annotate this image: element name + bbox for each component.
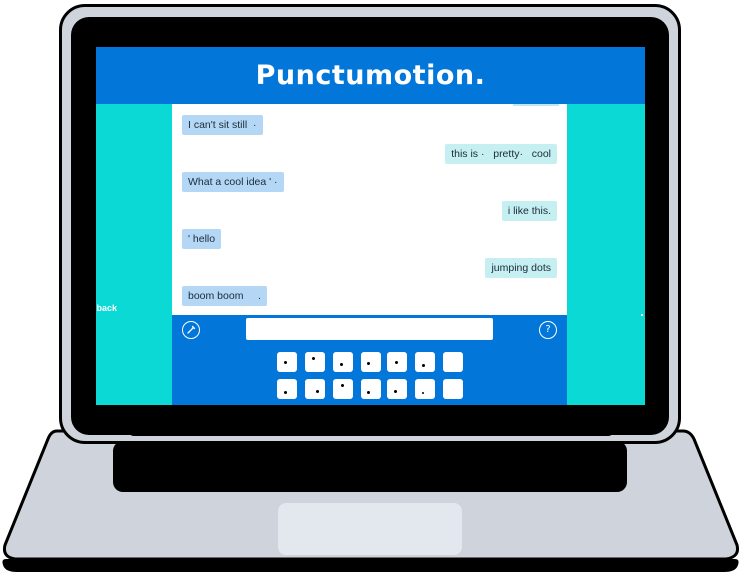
dot-key[interactable]: [415, 352, 435, 372]
dot-key[interactable]: [415, 379, 435, 399]
message-bubble-right: this is · pretty· cool: [445, 144, 557, 164]
message-bubble-left: ' hello: [182, 229, 222, 249]
title-bar: Punctumotion.: [96, 47, 645, 104]
dot-key[interactable]: [333, 379, 353, 399]
pencil-icon: [187, 325, 196, 334]
dot-key[interactable]: [443, 379, 463, 399]
message-input[interactable]: [246, 318, 493, 340]
chat-area: I can't sit still · this is · pretty· co…: [172, 104, 567, 315]
help-button[interactable]: ?: [539, 321, 557, 339]
pencil-button[interactable]: [182, 321, 200, 339]
dot-key[interactable]: [305, 379, 325, 399]
dot-key[interactable]: [277, 352, 297, 372]
trackpad: [278, 503, 462, 555]
message-bubble-left: boom boom .: [182, 286, 267, 306]
app-screen: Punctumotion. lback I can't sit still · …: [96, 47, 645, 405]
dot-key[interactable]: [361, 352, 381, 372]
dot-key[interactable]: [277, 379, 297, 399]
dot-key[interactable]: [305, 352, 325, 372]
message-bubble-right: jumping dots: [485, 258, 557, 278]
dot-key[interactable]: [443, 352, 463, 372]
dot-key[interactable]: [333, 352, 353, 372]
right-panel-mark: [641, 314, 643, 316]
feedback-tab-label[interactable]: lback: [96, 303, 117, 313]
message-bubble-right: i like this.: [501, 201, 557, 221]
composer-panel: ?: [172, 315, 567, 405]
chat-scroll-edge: [513, 104, 559, 106]
dot-key[interactable]: [387, 379, 407, 399]
dot-key[interactable]: [387, 352, 407, 372]
keyboard-area: [113, 441, 627, 492]
laptop-hinge: [128, 420, 614, 436]
message-bubble-left: I can't sit still ·: [182, 115, 263, 135]
app-title: Punctumotion.: [255, 60, 486, 91]
message-bubble-left: What a cool idea ' ·: [182, 172, 284, 192]
dot-key[interactable]: [361, 379, 381, 399]
